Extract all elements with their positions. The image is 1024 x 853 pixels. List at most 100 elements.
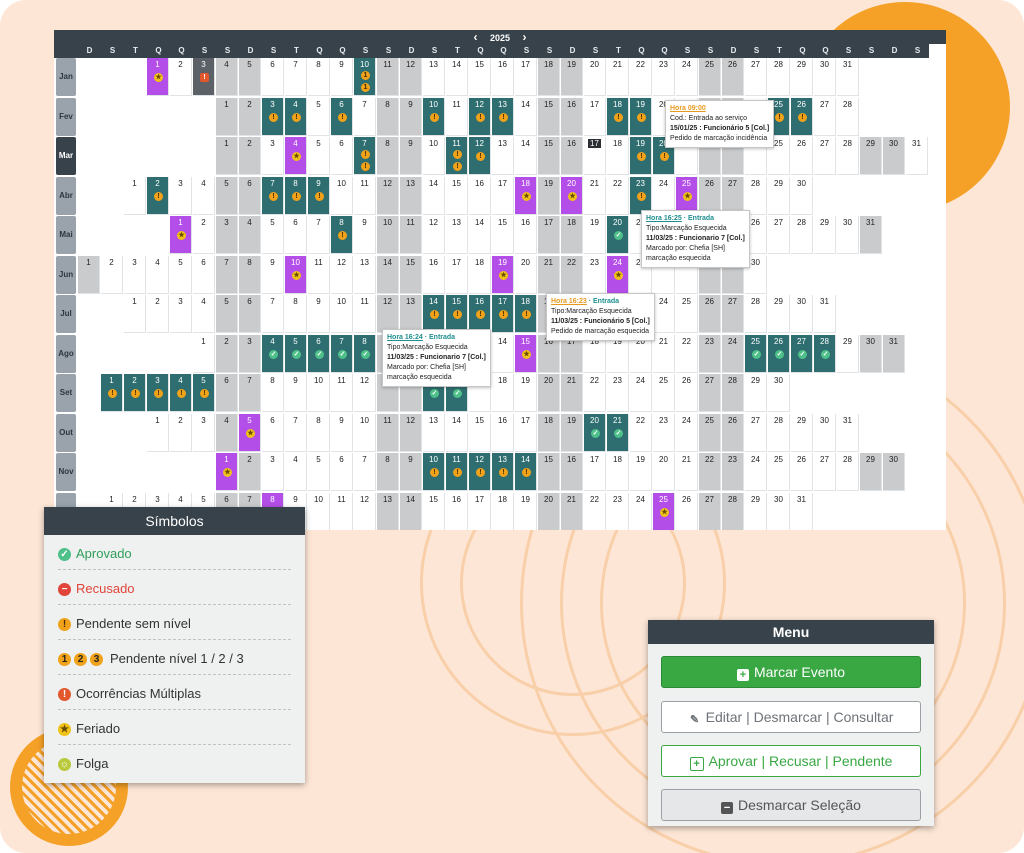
calendar-day[interactable]: 28 ✓ [814,334,836,373]
calendar-day[interactable]: 27 [814,97,836,136]
calendar-day[interactable]: 12 [423,216,445,254]
calendar-day[interactable]: 7 [354,453,376,491]
calendar-day[interactable]: 3! [262,97,284,136]
calendar-day[interactable]: 3! [193,58,215,96]
calendar-day[interactable]: 19 [561,413,583,452]
calendar-day[interactable]: 1 [193,334,215,373]
calendar-day[interactable]: 5 [216,176,238,215]
calendar-day[interactable]: 22 [630,58,652,96]
calendar-day[interactable]: 29 [745,492,767,530]
calendar-day[interactable]: 19 [561,58,583,96]
calendar-day[interactable]: 18 [492,492,514,530]
calendar-day[interactable]: 8 [308,413,330,452]
calendar-day[interactable]: 30 [768,374,790,412]
calendar-day[interactable]: 16 [561,453,583,491]
calendar-day[interactable]: 1! [101,374,123,412]
calendar-day[interactable]: 28 [768,413,790,452]
calendar-day[interactable]: 2 [101,255,123,294]
calendar-day[interactable]: 1 [147,413,169,452]
calendar-day[interactable]: 14 [423,176,445,215]
calendar-day[interactable]: 18! [515,295,537,333]
calendar-day[interactable]: 6 [285,216,307,254]
calendar-day[interactable]: 4 [147,255,169,294]
calendar-day[interactable]: 1 [124,295,146,333]
calendar-day[interactable]: 3 [262,137,284,175]
calendar-day[interactable]: 15 [492,216,514,254]
calendar-day[interactable]: 15 [469,413,491,452]
calendar-day[interactable]: 5 [170,255,192,294]
calendar-day[interactable]: 23 [722,453,744,491]
calendar-day[interactable]: 13 [423,58,445,96]
calendar-day[interactable]: 8 [308,58,330,96]
calendar-day[interactable]: 28 [791,216,813,254]
calendar-day[interactable]: 10 ★ [285,255,307,294]
calendar-day[interactable]: 7!! [354,137,376,175]
calendar-day[interactable]: 27 [722,176,744,215]
calendar-day[interactable]: 12 [331,255,353,294]
calendar-day[interactable]: 4 ✓ [262,334,284,373]
calendar-day[interactable]: 2 [170,413,192,452]
calendar-day[interactable]: 17 [584,97,606,136]
calendar-day[interactable]: 8 [239,255,261,294]
calendar-day[interactable]: 28 [722,374,744,412]
calendar-day[interactable]: 13! [492,97,514,136]
calendar-day[interactable]: 2 [239,97,261,136]
calendar-day[interactable]: 1 [216,97,238,136]
calendar-day[interactable]: 29 [768,176,790,215]
calendar-day[interactable]: 10 [331,176,353,215]
calendar-day[interactable]: 10 [331,295,353,333]
calendar-day[interactable]: 5 [308,453,330,491]
calendar-day[interactable]: 22 [676,334,698,373]
calendar-day[interactable]: 3 [124,255,146,294]
calendar-day[interactable]: 19 [515,492,537,530]
calendar-day[interactable]: 23 [699,334,721,373]
calendar-day[interactable]: 20 [538,374,560,412]
calendar-day[interactable]: 8! [285,176,307,215]
calendar-day[interactable]: 30 [837,216,859,254]
calendar-day[interactable]: 16! [469,295,491,333]
calendar-day[interactable]: 6 [193,255,215,294]
calendar-day[interactable]: 20 ✓ [584,413,606,452]
calendar-day[interactable]: 7 [354,97,376,136]
calendar-day[interactable]: 18 ★ [515,176,537,215]
calendar-day[interactable]: 27 [745,413,767,452]
calendar-day[interactable]: 30 [791,176,813,215]
calendar-day[interactable]: 1 [78,255,100,294]
calendar-day[interactable]: 18 [538,413,560,452]
calendar-day[interactable]: 19! [630,97,652,136]
calendar-day[interactable]: 9 [331,58,353,96]
chevron-right-icon[interactable]: › [523,30,527,44]
calendar-day[interactable]: 6 ✓ [308,334,330,373]
calendar-day[interactable]: 24 ★ [607,255,629,294]
calendar-day[interactable]: 14 [446,413,468,452]
calendar-day[interactable]: 11 [446,97,468,136]
calendar-day[interactable]: 27 ✓ [791,334,813,373]
calendar-day[interactable]: 14! [423,295,445,333]
calendar-day[interactable]: 28 [745,176,767,215]
calendar-day[interactable]: 15 [423,492,445,530]
calendar-day[interactable]: 6 [239,176,261,215]
calendar-day[interactable]: 26 [791,453,813,491]
calendar-day[interactable]: 5 [308,137,330,175]
calendar-day[interactable]: 4 [193,295,215,333]
calendar-day[interactable]: 31 [837,58,859,96]
month-label-set[interactable]: Set [56,374,76,412]
calendar-day[interactable]: 11 [377,58,399,96]
calendar-day[interactable]: 19 [515,374,537,412]
calendar-day[interactable]: 21 [676,453,698,491]
calendar-day[interactable]: 9 [285,374,307,412]
calendar-day[interactable]: 4 [216,413,238,452]
calendar-day[interactable]: 27 [699,374,721,412]
calendar-day[interactable]: 26 [676,374,698,412]
calendar-day[interactable]: 2 [147,295,169,333]
calendar-day[interactable]: 20 [584,58,606,96]
calendar-day[interactable]: 12 [400,58,422,96]
calendar-day[interactable]: 7 [308,216,330,254]
calendar-day[interactable]: 11 [354,295,376,333]
calendar-day[interactable]: 18 [607,137,629,175]
calendar-day[interactable]: 27 [745,58,767,96]
calendar-day[interactable]: 12! [469,137,491,175]
calendar-day[interactable]: 23 [607,374,629,412]
calendar-day[interactable]: 26 [699,295,721,333]
calendar-day[interactable]: 30 [883,453,905,491]
